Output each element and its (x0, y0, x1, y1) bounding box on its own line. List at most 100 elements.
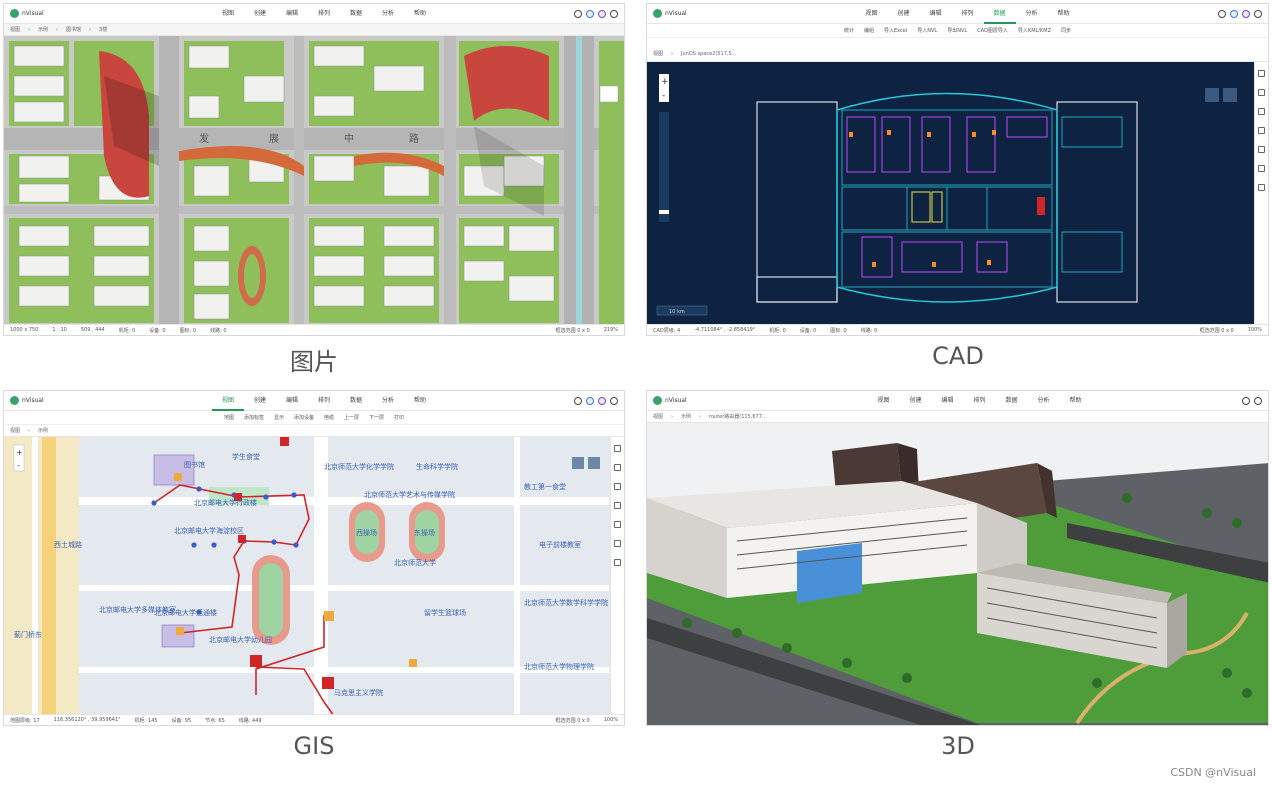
breadcrumb-item[interactable]: 示例 (38, 427, 48, 434)
toolbar-button[interactable]: 导入KML/KMZ (1018, 27, 1051, 34)
layer-icon[interactable] (1258, 70, 1265, 77)
cad-canvas[interactable]: + - 10 km (647, 62, 1256, 326)
menu-item[interactable]: 排列 (308, 4, 340, 24)
settings-icon[interactable] (1254, 396, 1262, 405)
menu-item[interactable]: 帮助 (1048, 4, 1080, 24)
user-icon[interactable] (598, 396, 606, 405)
menu-item[interactable]: 数据 (983, 4, 1016, 24)
breadcrumb-item[interactable]: 示例 (38, 26, 48, 33)
breadcrumb-item[interactable]: JunOS space2(517,5... (681, 51, 736, 57)
menu-item[interactable]: 分析 (1028, 391, 1060, 411)
right-tool-sidebar (610, 437, 624, 714)
menu-item[interactable]: 分析 (372, 4, 404, 24)
settings-icon[interactable] (610, 396, 618, 405)
image-canvas[interactable]: 发展中路 (4, 36, 624, 326)
menu-item[interactable]: 编辑 (276, 391, 308, 411)
device-icon[interactable] (1258, 165, 1265, 172)
toolbar-button[interactable]: 同步 (1061, 27, 1071, 34)
breadcrumb-item[interactable]: 视图 (10, 26, 20, 33)
app-name: nVisual (22, 10, 44, 17)
toolbar-button[interactable]: 显示 (274, 414, 284, 421)
toolbar-button[interactable]: 打印 (394, 414, 404, 421)
menu-item[interactable]: 数据 (340, 391, 372, 411)
settings-icon[interactable] (610, 9, 618, 18)
breadcrumb-separator: › (56, 26, 59, 33)
menu-item[interactable]: 帮助 (1060, 391, 1092, 411)
toolbar-button[interactable]: 导入Excel (884, 27, 907, 34)
menu-item[interactable]: 排列 (951, 4, 983, 24)
toolbar-button[interactable]: 添加设备 (294, 414, 314, 421)
toolbar-button[interactable]: 添加标签 (244, 414, 264, 421)
menu-item[interactable]: 帮助 (404, 4, 436, 24)
status-item: -4.711084° , -2.858419° (694, 327, 756, 333)
app-logo: nVisual (4, 9, 74, 18)
device-icon[interactable] (614, 540, 621, 547)
menu-item[interactable]: 排列 (963, 391, 995, 411)
cabinet-icon[interactable] (1258, 184, 1265, 191)
breadcrumb-item[interactable]: 3楼 (99, 26, 107, 33)
menu-item[interactable]: 分析 (1016, 4, 1048, 24)
menu-item[interactable]: 编辑 (931, 391, 963, 411)
menu-item[interactable]: 编辑 (919, 4, 951, 24)
menu-item[interactable]: 编辑 (276, 4, 308, 24)
3d-canvas[interactable] (647, 423, 1268, 725)
menu-item[interactable]: 排列 (308, 391, 340, 411)
tree-icon[interactable] (614, 483, 621, 490)
breadcrumb-item[interactable]: 图书馆 (66, 26, 81, 33)
tree-icon[interactable] (1258, 108, 1265, 115)
menu-item[interactable]: 创建 (244, 391, 276, 411)
layer-icon[interactable] (614, 445, 621, 452)
search-icon[interactable] (574, 9, 582, 18)
svg-text:展: 展 (269, 133, 279, 145)
toolbar-button[interactable]: 地图 (224, 414, 234, 421)
export-icon[interactable] (614, 521, 621, 528)
toolbar-button[interactable]: CAD图层导入 (977, 27, 1008, 34)
menu-item[interactable]: 视图 (867, 391, 899, 411)
menu-item[interactable]: 视图 (211, 391, 244, 411)
status-item: 219% (603, 327, 618, 333)
info-icon[interactable] (586, 396, 594, 405)
menu-item[interactable]: 创建 (887, 4, 919, 24)
menu-item[interactable]: 分析 (372, 391, 404, 411)
search-icon[interactable] (574, 396, 582, 405)
user-icon[interactable] (1242, 9, 1250, 18)
search-icon[interactable] (1242, 396, 1250, 405)
link-icon[interactable] (614, 502, 621, 509)
toolbar-button[interactable]: 导出NVL (947, 27, 967, 34)
menu-item[interactable]: 视图 (212, 4, 244, 24)
breadcrumb-item[interactable]: 示例 (681, 413, 691, 420)
list-icon[interactable] (614, 464, 621, 471)
breadcrumb-item[interactable]: router路由器(115,677... (709, 413, 767, 420)
breadcrumb-item[interactable]: 视图 (653, 413, 663, 420)
menu-item[interactable]: 帮助 (404, 391, 436, 411)
list-icon[interactable] (1258, 89, 1265, 96)
caption-3d: 3D (941, 732, 975, 760)
toolbar-button[interactable]: 电缆 (324, 414, 334, 421)
toolbar-icons (1218, 9, 1268, 18)
menu-item[interactable]: 视图 (855, 4, 887, 24)
menu-item[interactable]: 数据 (340, 4, 372, 24)
map-label: 北京师范大学化学学院 (324, 462, 394, 471)
cabinet-icon[interactable] (614, 559, 621, 566)
user-icon[interactable] (598, 9, 606, 18)
toolbar-button[interactable]: 上一层 (344, 414, 359, 421)
info-icon[interactable] (586, 9, 594, 18)
gis-map-canvas[interactable]: + - 图书馆 北京师范大学化学学院 生命科学学院 北京师范大学艺术与传媒学院 北京邮电大… (4, 437, 612, 717)
search-icon[interactable] (1218, 9, 1226, 18)
menu-item[interactable]: 创建 (899, 391, 931, 411)
menu-item[interactable]: 创建 (244, 4, 276, 24)
breadcrumb-item[interactable]: 视图 (10, 427, 20, 434)
toolbar-button[interactable]: 统计 (844, 27, 854, 34)
status-bar: CAD层级: 4 -4.711084° , -2.858419° 机柜: 0 设备: … (647, 324, 1268, 335)
menu-item[interactable]: 数据 (996, 391, 1028, 411)
svg-text:+: + (16, 448, 23, 457)
breadcrumb-item[interactable]: 视图 (653, 50, 663, 57)
toolbar-button[interactable]: 编组 (864, 27, 874, 34)
svg-text:路: 路 (409, 132, 419, 145)
info-icon[interactable] (1230, 9, 1238, 18)
export-icon[interactable] (1258, 146, 1265, 153)
toolbar-button[interactable]: 下一层 (369, 414, 384, 421)
toolbar-button[interactable]: 导入NVL (917, 27, 937, 34)
settings-icon[interactable] (1254, 9, 1262, 18)
link-icon[interactable] (1258, 127, 1265, 134)
